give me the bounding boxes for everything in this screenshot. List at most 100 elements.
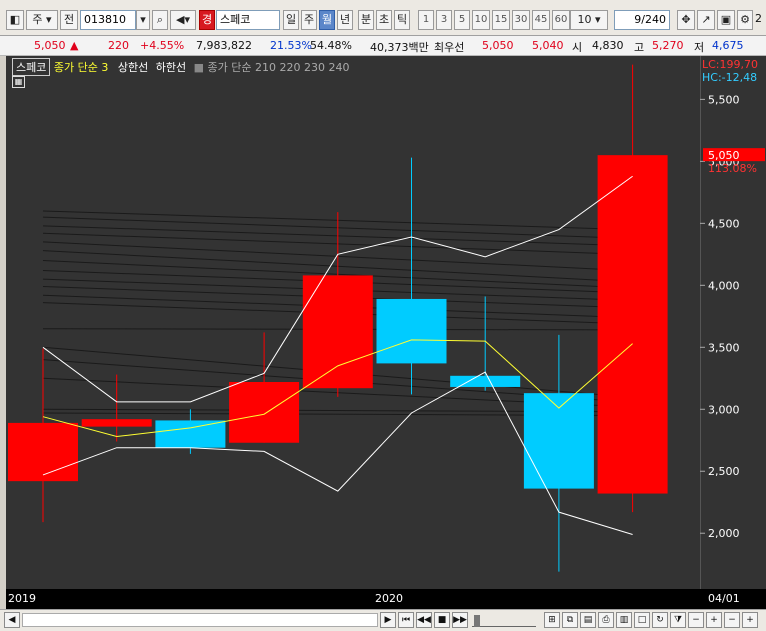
open-value: 4,830: [592, 39, 624, 52]
count-field[interactable]: 9/240: [614, 10, 670, 30]
y-tick-label-0: 2,000: [708, 527, 740, 540]
save-icon[interactable]: ▣: [717, 10, 735, 30]
back-icon[interactable]: ◀◀: [416, 612, 432, 628]
interval-button-0[interactable]: 1: [418, 10, 434, 30]
stock-name-field[interactable]: 스페코: [216, 10, 280, 30]
amount: 40,373백만: [370, 41, 429, 54]
grid-table-icon[interactable]: ▦: [12, 76, 25, 88]
change-pct: +4.55%: [140, 39, 185, 52]
toolbar: ◧ 주 ▾ 전 013810 ▾ ⌕ ◀▾ 경 스페코 일주월년분초틱 1351…: [0, 0, 766, 36]
scroll-right-icon[interactable]: ▶: [380, 612, 396, 628]
copy-icon[interactable]: ⧉: [562, 612, 578, 628]
best-ask: 5,050: [482, 39, 514, 52]
first-icon[interactable]: ⏮: [398, 612, 414, 628]
chart-type-icon[interactable]: ▥: [616, 612, 632, 628]
minus-icon[interactable]: −: [724, 612, 740, 628]
search-icon[interactable]: ⌕: [152, 10, 168, 30]
legend-upper[interactable]: 상한선: [118, 61, 148, 74]
tab-period-5[interactable]: 초: [376, 10, 392, 30]
candle-body-4: [302, 275, 373, 389]
y-tick-label-4: 4,000: [708, 279, 740, 292]
candle-body-0: [8, 422, 78, 482]
legend-ma3[interactable]: 종가 단순 3: [54, 61, 108, 74]
layout-icon[interactable]: ▤: [580, 612, 596, 628]
chart-plot: 2,0002,5003,0003,5004,0004,5005,0005,500…: [8, 64, 765, 572]
y-tick-label-3: 3,500: [708, 341, 740, 354]
current-pct-label: 113.08%: [708, 162, 757, 175]
crosshair-icon[interactable]: ✥: [677, 10, 695, 30]
filter-icon[interactable]: ⧩: [670, 612, 686, 628]
settings-icon[interactable]: ⚙: [737, 10, 753, 30]
best-bid: 5,040: [532, 39, 564, 52]
chart-area[interactable]: 2,000 2,500 3,000 3,500 4,000 4,500 5,000 5,500…: [6, 56, 766, 609]
interval-button-1[interactable]: 3: [436, 10, 452, 30]
legend-lower[interactable]: 하한선: [156, 61, 186, 74]
zoom-slider[interactable]: [472, 613, 536, 627]
code-dropdown-icon[interactable]: ▾: [136, 10, 150, 30]
legend: 스페코 종가 단순 3 상한선 하한선 ■ 종가 단순 210 220 230 …: [12, 58, 349, 76]
ma-long-line-3: [42, 232, 627, 255]
lc-value: LC:199,70: [702, 58, 759, 71]
interval-button-7[interactable]: 60: [552, 10, 570, 30]
interval-button-3[interactable]: 10: [472, 10, 490, 30]
time-axis: 2019 2020 04/01: [6, 589, 766, 609]
high-label: 고: [634, 41, 645, 54]
y-tick-label-5: 4,500: [708, 217, 740, 230]
x-label-2020: 2020: [375, 592, 403, 605]
low-value: 4,675: [712, 39, 744, 52]
candle-body-3: [229, 381, 300, 443]
window-menu-icon[interactable]: ◧: [6, 10, 24, 30]
tab-period-6[interactable]: 틱: [394, 10, 410, 30]
window-icon[interactable]: □: [634, 612, 650, 628]
interval-button-5[interactable]: 30: [512, 10, 530, 30]
change-value: 220: [108, 39, 129, 52]
scrollbar-track[interactable]: [22, 613, 378, 627]
code-input[interactable]: 013810: [80, 10, 136, 30]
open-label: 시: [572, 41, 583, 54]
interval-button-6[interactable]: 45: [532, 10, 550, 30]
zoom-slider-handle[interactable]: [474, 615, 480, 627]
print-icon[interactable]: ⎙: [598, 612, 614, 628]
bottom-bar: ◀ ▶ ⏮ ◀◀ ■ ▶▶ ⊞ ⧉ ▤ ⎙ ▥ □ ↻ ⧩ − + − +: [0, 609, 766, 631]
sound-icon[interactable]: ◀▾: [170, 10, 196, 30]
period-label: 주: [32, 13, 43, 26]
interval-select[interactable]: 10 ▾: [570, 10, 608, 30]
scroll-left-icon[interactable]: ◀: [4, 612, 20, 628]
tab-period-4[interactable]: 분: [358, 10, 374, 30]
chart-window: ◧ 주 ▾ 전 013810 ▾ ⌕ ◀▾ 경 스페코 일주월년분초틱 1351…: [0, 0, 766, 631]
low-label: 저: [694, 41, 705, 54]
volume: 7,983,822: [196, 39, 252, 52]
stock-badge: 경: [199, 10, 215, 30]
stop-icon[interactable]: ■: [434, 612, 450, 628]
interval-value: 10: [577, 13, 592, 26]
ma-long-line-2: [42, 225, 627, 247]
forward-icon[interactable]: ▶▶: [452, 612, 468, 628]
current-price: 5,050: [34, 39, 66, 52]
tab-period-2[interactable]: 월: [319, 10, 335, 30]
prev-button[interactable]: 전: [60, 10, 78, 30]
compare-icon[interactable]: ⊞: [544, 612, 560, 628]
zoom-in-icon[interactable]: +: [706, 612, 722, 628]
x-label-date: 04/01: [708, 592, 740, 605]
plus-icon[interactable]: +: [742, 612, 758, 628]
candle-body-5: [376, 298, 447, 364]
period-select[interactable]: 주 ▾: [26, 10, 58, 30]
candle-body-8: [597, 155, 668, 494]
candle-body-1: [81, 419, 152, 427]
refresh-icon[interactable]: ↻: [652, 612, 668, 628]
trend-icon[interactable]: ↗: [697, 10, 715, 30]
y-tick-label-2: 3,000: [708, 403, 740, 416]
interval-button-4[interactable]: 15: [492, 10, 510, 30]
current-price-label: 5,050: [708, 149, 740, 162]
interval-button-2[interactable]: 5: [454, 10, 470, 30]
up-arrow-icon: ▲: [70, 39, 79, 52]
legend-stock-name[interactable]: 스페코: [12, 58, 51, 76]
tab-period-1[interactable]: 주: [301, 10, 317, 30]
quote-row: 5,050 ▲ 220 +4.55% 7,983,822 21.53% 54.4…: [0, 36, 766, 56]
zoom-out-icon[interactable]: −: [688, 612, 704, 628]
high-value: 5,270: [652, 39, 684, 52]
tab-period-0[interactable]: 일: [283, 10, 299, 30]
hc-value: HC:-12,48: [702, 71, 758, 84]
legend-ma-long[interactable]: 종가 단순 210 220 230 240: [208, 61, 350, 74]
tab-period-3[interactable]: 년: [337, 10, 353, 30]
